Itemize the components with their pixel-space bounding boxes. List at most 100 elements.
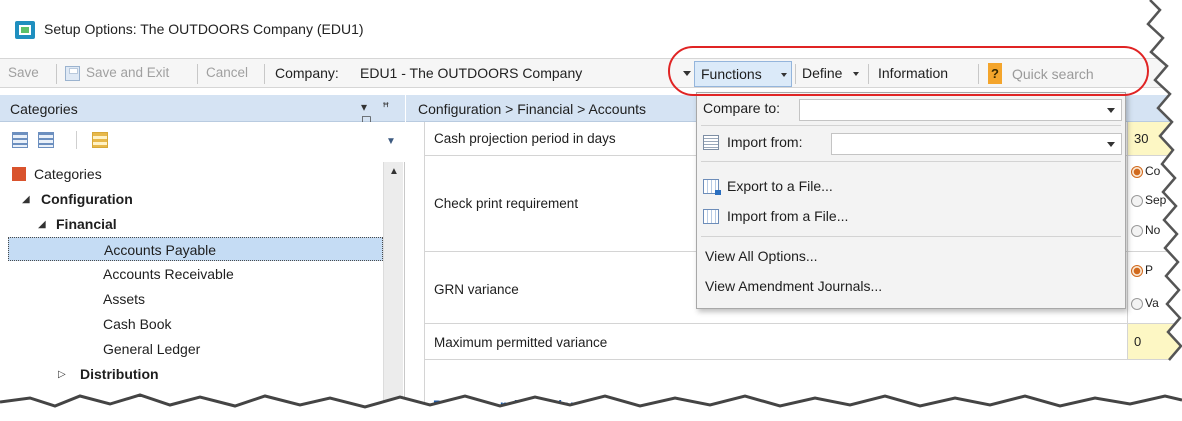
tree-item-configuration[interactable]: ◢ Configuration — [8, 187, 383, 211]
menu-item-import-from: Import from: — [697, 129, 1125, 157]
import-from-select[interactable] — [831, 133, 1122, 155]
compare-to-select[interactable] — [799, 99, 1122, 121]
quick-search-input[interactable] — [1006, 62, 1112, 86]
option-row: Maximum permitted variance 0 — [425, 324, 1182, 360]
option-value-cell[interactable]: 30 — [1127, 122, 1182, 155]
tree-item-label: Distribution — [80, 366, 159, 382]
import-from-label: Import from: — [727, 134, 803, 150]
tree-item-assets[interactable]: Assets — [8, 287, 383, 311]
tree-item-label: Cash Book — [103, 316, 172, 332]
expand-all-icon[interactable] — [12, 132, 28, 148]
menu-separator — [701, 236, 1121, 237]
tree-item-label: General Ledger — [103, 341, 201, 357]
menu-item-export-to-file[interactable]: Export to a File... — [697, 173, 1125, 201]
app-icon — [15, 21, 35, 39]
categories-toolbar: ▼ — [0, 122, 405, 162]
title-bar: Setup Options: The OUTDOORS Company (EDU… — [0, 0, 1182, 52]
caret-down-icon — [781, 73, 787, 77]
expanded-arrow-icon[interactable]: ◢ — [417, 401, 425, 412]
chevron-down-icon — [1107, 108, 1115, 113]
menu-item-label: View All Options... — [705, 248, 818, 264]
radio-button[interactable] — [1131, 298, 1143, 310]
information-button[interactable]: Information — [878, 65, 948, 81]
breadcrumb-text: Configuration > Financial > Accounts — [418, 101, 647, 117]
tree-item-general-ledger[interactable]: General Ledger — [8, 337, 383, 361]
menu-item-compare-to: Compare to: — [697, 95, 1125, 123]
option-label: Maximum permitted variance — [434, 335, 608, 350]
radio-label: P — [1145, 263, 1154, 277]
collapsed-arrow-icon[interactable]: ▷ — [58, 369, 66, 380]
company-label: Company: — [275, 65, 339, 81]
radio-button[interactable] — [1131, 225, 1143, 237]
chevron-down-icon[interactable] — [683, 71, 691, 76]
toolbar-separator — [868, 64, 869, 84]
toolbar: Save Save and Exit Cancel Company: EDU1 … — [0, 58, 1182, 88]
toolbar-separator — [978, 64, 979, 84]
option-radio-group: Co Sep No — [1127, 156, 1182, 251]
tree-item-accounts-receivable[interactable]: Accounts Receivable — [8, 262, 383, 286]
help-button[interactable]: ? — [988, 63, 1002, 84]
collapse-all-icon[interactable] — [38, 132, 54, 148]
favorites-icon[interactable] — [92, 132, 108, 148]
section-header-purchase-price-variance[interactable]: Purchase price variance — [433, 397, 594, 413]
category-tree: Categories ◢ Configuration ◢ Financial A… — [0, 162, 383, 421]
tree-item-accounts-payable[interactable]: Accounts Payable — [8, 237, 383, 261]
functions-menu-button[interactable]: Functions — [694, 61, 792, 87]
tree-item-categories[interactable]: Categories — [8, 162, 383, 186]
option-value-cell[interactable]: 0 — [1127, 324, 1182, 359]
categories-header: Categories ▾ ꟸ ☐ — [0, 95, 405, 128]
scroll-up-icon[interactable]: ▲ — [389, 166, 399, 177]
categories-icon — [12, 167, 26, 181]
tree-item-label: Financial — [56, 216, 117, 232]
cancel-button[interactable]: Cancel — [206, 65, 248, 80]
import-file-icon — [703, 209, 719, 224]
tree-item-cash-book[interactable]: Cash Book — [8, 312, 383, 336]
toolbar-separator — [76, 131, 77, 149]
menu-item-view-amendment-journals[interactable]: View Amendment Journals... — [697, 273, 1125, 301]
radio-label: No — [1145, 223, 1161, 237]
radio-button[interactable] — [1131, 166, 1143, 178]
option-label: Cash projection period in days — [434, 131, 616, 146]
menu-separator — [701, 161, 1121, 162]
menu-item-label: Export to a File... — [727, 178, 833, 194]
tree-item-label: Accounts Payable — [104, 242, 217, 258]
expanded-arrow-icon[interactable]: ◢ — [22, 194, 30, 205]
toolbar-separator — [795, 64, 796, 84]
toolbar-separator — [264, 64, 265, 84]
company-select[interactable]: EDU1 - The OUTDOORS Company — [360, 65, 582, 81]
scroll-down-icon[interactable]: ▼ — [386, 136, 396, 150]
tree-item-distribution[interactable]: ▷ Distribution — [8, 362, 383, 386]
tree-item-label: Assets — [103, 291, 146, 307]
option-label: GRN variance — [434, 282, 519, 297]
save-exit-icon — [65, 66, 80, 81]
option-label: Check print requirement — [434, 196, 579, 211]
chevron-down-icon — [1107, 142, 1115, 147]
radio-button[interactable] — [1131, 195, 1143, 207]
radio-label: Va — [1145, 296, 1159, 310]
menu-item-view-all-options[interactable]: View All Options... — [697, 243, 1125, 271]
tree-scrollbar[interactable]: ▲ — [383, 162, 403, 421]
expanded-arrow-icon[interactable]: ◢ — [38, 219, 46, 230]
tree-item-label: Accounts Receivable — [103, 266, 234, 282]
tree-item-label: Categories — [34, 166, 102, 182]
functions-label: Functions — [701, 66, 762, 82]
save-and-exit-button[interactable]: Save and Exit — [86, 65, 169, 80]
menu-item-import-from-file[interactable]: Import from a File... — [697, 203, 1125, 231]
radio-label: Sep — [1145, 193, 1167, 207]
caret-down-icon — [853, 72, 859, 76]
save-button[interactable]: Save — [8, 65, 39, 80]
option-value: 30 — [1134, 131, 1149, 146]
export-file-icon — [703, 179, 721, 195]
tree-item-label: Configuration — [41, 191, 133, 207]
categories-title: Categories — [10, 101, 78, 117]
option-value: 0 — [1134, 334, 1142, 349]
import-from-icon — [703, 135, 719, 150]
menu-item-label: View Amendment Journals... — [705, 278, 883, 294]
option-radio-group: P Va — [1127, 252, 1182, 323]
menu-item-label: Import from a File... — [727, 208, 849, 224]
window-title: Setup Options: The OUTDOORS Company (EDU… — [44, 21, 364, 37]
radio-button[interactable] — [1131, 265, 1143, 277]
tree-item-financial[interactable]: ◢ Financial — [8, 212, 383, 236]
define-menu-button[interactable]: Define — [802, 65, 842, 81]
functions-dropdown-menu: Compare to: Import from: Export to a Fil… — [696, 92, 1126, 309]
